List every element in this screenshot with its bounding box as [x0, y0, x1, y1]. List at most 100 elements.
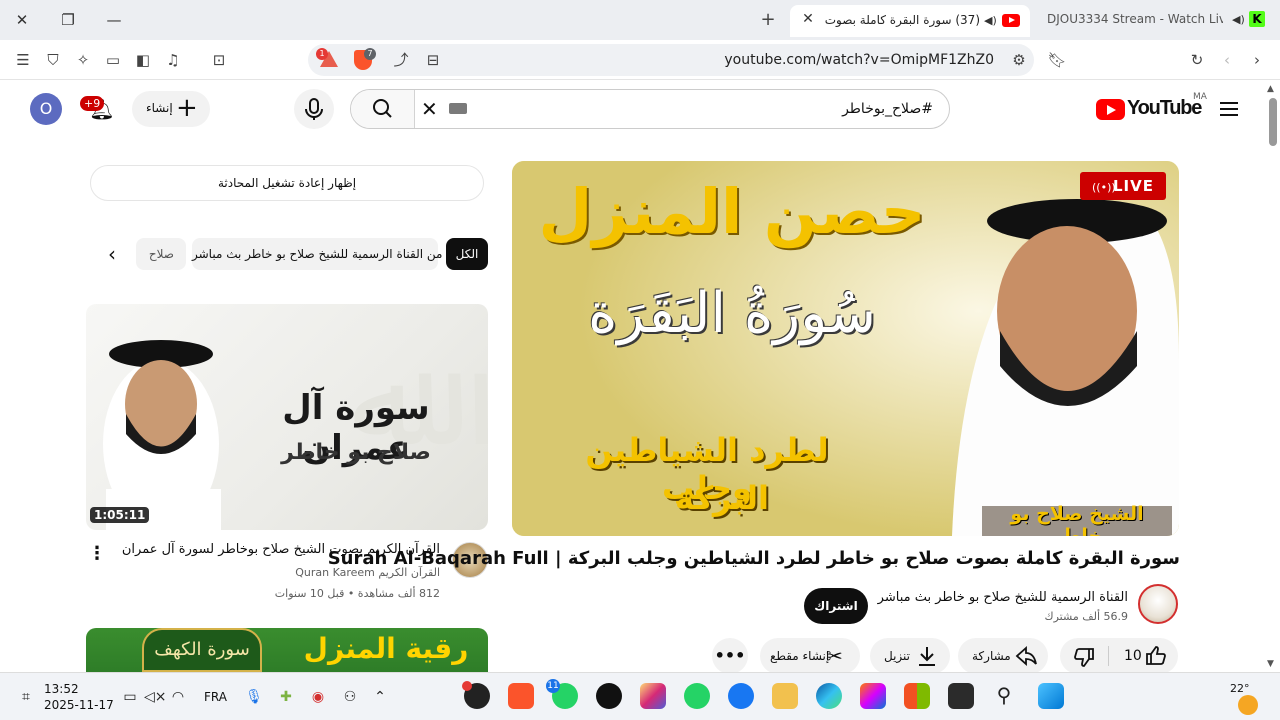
terminal-app-icon[interactable]: [948, 683, 974, 709]
share-page-icon[interactable]: ⤴: [390, 50, 412, 70]
scrollbar-thumb[interactable]: [1269, 98, 1277, 146]
instagram-app-icon[interactable]: [640, 683, 666, 709]
browser-toolbar: ☰ ⛉ ✧ ▭ ◧ ♫ ⊡ 1 7 ⤴ ⊟ youtube.com/watch?…: [0, 40, 1280, 80]
search-icon: [373, 99, 392, 118]
live-broadcast-icon: ((•)): [1092, 181, 1116, 194]
bookmark-icon[interactable]: 🔖︎: [1046, 50, 1068, 70]
volume-muted-icon[interactable]: ◁×: [144, 687, 167, 707]
thumbnail-subtitle: صلاح بو خاطر: [281, 440, 431, 465]
facebook-app-icon[interactable]: [728, 683, 754, 709]
tiktok-app-icon[interactable]: [596, 683, 622, 709]
window-minimize-icon[interactable]: —: [100, 8, 128, 32]
scroll-up-icon[interactable]: ▲: [1267, 84, 1274, 94]
back-icon[interactable]: ‹: [1216, 50, 1238, 70]
clock-time[interactable]: 13:52: [44, 682, 79, 696]
download-button[interactable]: تنزيل: [870, 638, 950, 674]
reader-mode-icon[interactable]: ⊡: [208, 50, 230, 70]
thumbnail-subtitle: سورة الكهف: [142, 628, 262, 672]
window-restore-icon[interactable]: ❐: [54, 8, 82, 32]
chip-channel[interactable]: من القناة الرسمية للشيخ صلاح بو خاطر بث …: [192, 238, 442, 270]
battery-icon[interactable]: ▭: [120, 687, 140, 707]
country-code: MA: [1193, 92, 1207, 102]
thumbnail-sheikh-name: الشيخ صلاح بو خاطر: [1010, 503, 1144, 536]
create-button[interactable]: + إنشاء: [132, 91, 210, 127]
more-options-icon[interactable]: ⋮: [88, 543, 106, 564]
keyboard-icon[interactable]: [449, 103, 467, 114]
page-scrollbar[interactable]: [1266, 80, 1280, 672]
site-settings-icon[interactable]: ⚙: [1008, 50, 1030, 70]
search-button[interactable]: [351, 90, 415, 128]
cast-icon[interactable]: ⊟: [422, 50, 444, 70]
security-icon[interactable]: ✚: [276, 687, 296, 707]
music-icon[interactable]: ♫: [162, 50, 184, 70]
camera-icon[interactable]: ⚇: [340, 687, 360, 707]
more-actions-icon[interactable]: •••: [712, 638, 748, 674]
plus-icon: +: [176, 93, 198, 123]
show-hidden-icons[interactable]: ⌃: [370, 687, 390, 707]
guide-menu-icon[interactable]: [1218, 97, 1240, 121]
forward-icon[interactable]: ›: [1246, 50, 1268, 70]
whatsapp-app-icon[interactable]: [684, 683, 710, 709]
channel-avatar[interactable]: [1138, 584, 1178, 624]
share-button[interactable]: مشاركة: [958, 638, 1048, 674]
window-close-icon[interactable]: ✕: [8, 8, 36, 32]
windows-taskbar: ⌗ 13:52 2025-11-17 ▭ ◁× ◠ FRA 🎙︎ ✚ ◉ ⚇ ⌃…: [0, 672, 1280, 720]
chevron-left-icon[interactable]: ‹: [98, 240, 126, 268]
input-language[interactable]: FRA: [204, 690, 227, 704]
dislike-icon[interactable]: [1072, 645, 1096, 669]
weather-icon[interactable]: [1238, 695, 1258, 715]
channel-name[interactable]: القناة الرسمية للشيخ صلاح بو خاطر بث مبا…: [878, 590, 1128, 605]
audio-playing-icon[interactable]: ◀): [984, 14, 997, 27]
microphone-icon[interactable]: 🎙︎: [244, 687, 264, 707]
reload-icon[interactable]: ↻: [1186, 50, 1208, 70]
recording-icon[interactable]: ◉: [308, 687, 328, 707]
wifi-icon[interactable]: ◠: [168, 687, 188, 707]
account-avatar[interactable]: O: [30, 93, 62, 125]
tab-close-icon[interactable]: ✕: [798, 11, 818, 27]
brave-app-icon[interactable]: [508, 683, 534, 709]
wallet-icon[interactable]: ▭: [102, 50, 124, 70]
weather-temperature[interactable]: 22°: [1230, 682, 1250, 695]
edge-app-icon[interactable]: [816, 683, 842, 709]
recommendation-thumbnail[interactable]: ﷲ سورة آل عمران صلاح بو خاطر: [86, 304, 488, 530]
store-app-icon[interactable]: [904, 683, 930, 709]
logo-text: YouTube: [1127, 97, 1202, 119]
search-box[interactable]: ✕ #صلاح_بوخاطر: [350, 89, 950, 129]
video-player[interactable]: حصن المنزل سُورَةُ البَقَرَة لطرد الشياط…: [512, 161, 1179, 536]
clip-button[interactable]: ✂ إنشاء مقطع: [760, 638, 860, 674]
extensions-icon[interactable]: ✧: [72, 50, 94, 70]
like-icon[interactable]: [1144, 644, 1168, 668]
new-tab-icon[interactable]: +: [756, 8, 780, 32]
search-input[interactable]: #صلاح_بوخاطر: [842, 101, 933, 117]
whatsapp-badge: 11: [546, 679, 560, 693]
youtube-logo[interactable]: YouTube MA: [1096, 92, 1216, 122]
recommendation-thumbnail[interactable]: رقية المنزل سورة الكهف: [86, 628, 488, 672]
voice-search-button[interactable]: [294, 89, 334, 129]
browser-tab-strip: ✕ ❐ — + ✕ (37) سورة البقرة كاملة بصوت ◀)…: [0, 0, 1280, 40]
scroll-down-icon[interactable]: ▼: [1267, 659, 1274, 669]
audio-playing-icon[interactable]: ◀): [1232, 13, 1245, 26]
windows-start-icon[interactable]: [1038, 683, 1064, 709]
search-icon[interactable]: ⚲: [994, 685, 1014, 705]
tab-active-youtube[interactable]: ✕ (37) سورة البقرة كاملة بصوت ◀): [790, 5, 1030, 37]
address-bar[interactable]: 1 7 ⤴ ⊟ youtube.com/watch?v=OmipMF1ZhZ0 …: [308, 44, 1034, 76]
create-label: إنشاء: [146, 101, 173, 115]
chip-all[interactable]: الكل: [446, 238, 488, 270]
like-count: 10: [1124, 648, 1142, 664]
show-chat-replay-button[interactable]: إظهار إعادة تشغيل المحادثة: [90, 165, 484, 201]
chip-salah[interactable]: صلاح: [136, 238, 186, 270]
menu-icon[interactable]: ☰: [12, 50, 34, 70]
clock-date[interactable]: 2025-11-17: [44, 698, 114, 712]
thumbnail-heading: حصن المنزل: [538, 175, 926, 248]
thumbnail-line-2: البركة: [675, 479, 769, 517]
clear-search-icon[interactable]: ✕: [421, 97, 438, 121]
youtube-play-icon: [1096, 99, 1125, 120]
shield-icon[interactable]: ⛉: [42, 50, 64, 70]
copilot-app-icon[interactable]: [860, 683, 886, 709]
sidebar-icon[interactable]: ◧: [132, 50, 154, 70]
tab-title: DJOU3334 Stream - Watch Live o: [1047, 12, 1223, 26]
subscribe-button[interactable]: اشتراك: [804, 588, 868, 624]
url-text: youtube.com/watch?v=OmipMF1ZhZ0: [724, 52, 994, 68]
notification-center-icon[interactable]: ⌗: [16, 687, 36, 707]
file-explorer-app-icon[interactable]: [772, 683, 798, 709]
